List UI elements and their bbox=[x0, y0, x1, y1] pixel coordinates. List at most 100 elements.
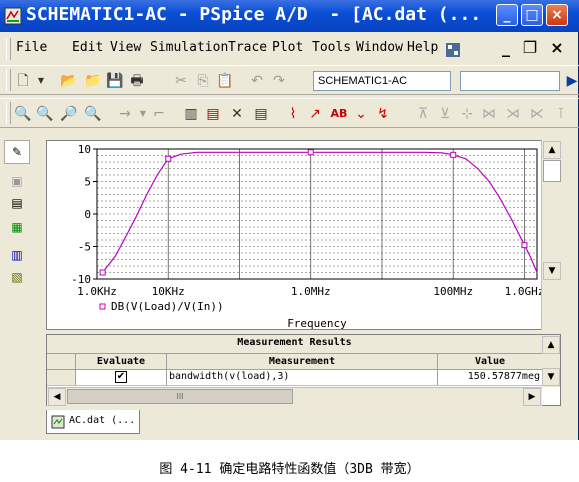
x-axis-label: Frequency bbox=[287, 317, 347, 329]
table-row[interactable]: ✔ bandwidth(v(load),3) 150.57877meg bbox=[47, 370, 542, 386]
simulation-profile-combo[interactable]: SCHEMATIC1-AC bbox=[313, 71, 451, 91]
window-title: SCHEMATIC1-AC - PSpice A/D - [AC.dat (..… bbox=[26, 4, 482, 25]
title-bar[interactable]: SCHEMATIC1-AC - PSpice A/D - [AC.dat (..… bbox=[0, 0, 579, 32]
header-value[interactable]: Value bbox=[438, 356, 542, 367]
paste-icon[interactable]: 📋 bbox=[216, 72, 234, 90]
eval-goal-function-icon[interactable]: ✕ bbox=[228, 105, 246, 123]
fourier-icon[interactable]: ⌐ bbox=[150, 105, 168, 123]
mdi-minimize-button[interactable]: _ bbox=[494, 38, 518, 60]
scroll-right-button[interactable]: ▶ bbox=[523, 388, 541, 406]
menubar-grip[interactable] bbox=[6, 38, 11, 60]
hscroll-thumb[interactable]: III bbox=[67, 389, 293, 404]
left-toolbar: ✎ ▣ ▤ ▦ ▥ ▧ bbox=[0, 140, 30, 440]
x-tick-label: 100MHz bbox=[433, 285, 473, 298]
run-arrow-icon[interactable]: ▶ bbox=[563, 72, 579, 90]
mdi-close-button[interactable]: × bbox=[545, 38, 569, 60]
menu-view[interactable]: View bbox=[110, 40, 141, 55]
figure-caption: 图 4-11 确定电路特性函数值（3DB 带宽） bbox=[159, 462, 420, 477]
cursor-point-icon[interactable]: ⊹ bbox=[458, 105, 476, 123]
cursor-next-transition-icon[interactable]: ⋊ bbox=[504, 105, 522, 123]
log-x-axis-icon[interactable]: → bbox=[116, 105, 134, 123]
redo-icon[interactable]: ↷ bbox=[270, 72, 288, 90]
zoom-in-icon[interactable]: 🔍 bbox=[14, 105, 32, 123]
document-tab[interactable]: AC.dat (... bbox=[46, 410, 140, 434]
cursor-slope-icon[interactable]: ↯ bbox=[374, 105, 392, 123]
menu-trace[interactable]: Trace bbox=[228, 40, 267, 55]
pspice-app-icon[interactable] bbox=[4, 7, 22, 25]
add-trace-icon[interactable]: ▤ bbox=[204, 105, 222, 123]
table-vertical-scrollbar[interactable]: ▲ ▼ bbox=[542, 335, 560, 387]
col-divider bbox=[166, 370, 167, 385]
cursor-search-icon[interactable]: ⋈ bbox=[480, 105, 498, 123]
open-folder-icon[interactable]: 📂 bbox=[60, 72, 78, 90]
evaluate-checkbox[interactable]: ✔ bbox=[115, 371, 127, 383]
simulation-results-icon[interactable]: ▦ bbox=[8, 218, 26, 236]
dropdown-arrow-icon[interactable]: ▼ bbox=[32, 72, 50, 90]
menu-plot[interactable]: Plot bbox=[272, 40, 303, 55]
close-button[interactable]: × bbox=[546, 4, 568, 26]
scroll-up-button[interactable]: ▲ bbox=[543, 141, 561, 159]
context-help-icon[interactable] bbox=[446, 42, 460, 57]
output-file-icon[interactable]: ▤ bbox=[8, 194, 26, 212]
menu-edit[interactable]: Edit bbox=[72, 40, 103, 55]
plot-vertical-scrollbar[interactable]: ▲ ▼ bbox=[541, 140, 562, 330]
save-icon[interactable]: 💾 bbox=[106, 72, 124, 90]
menu-help[interactable]: Help bbox=[407, 40, 438, 55]
cursor-label-icon[interactable]: ⊺ bbox=[552, 105, 570, 123]
y-tick-label: 10 bbox=[78, 143, 91, 156]
schematic-view-icon[interactable]: ▣ bbox=[8, 172, 26, 190]
zoom-fit-icon[interactable]: 🔍 bbox=[84, 105, 102, 123]
cursor-prev-transition-icon[interactable]: ⋉ bbox=[528, 105, 546, 123]
row-header[interactable] bbox=[47, 370, 76, 385]
legend-label: DB(V(Load)/V(In)) bbox=[111, 300, 224, 313]
table-horizontal-scrollbar[interactable]: ◀ III ▶ bbox=[47, 387, 542, 406]
measurement-expression[interactable]: bandwidth(v(load),3) bbox=[169, 371, 289, 382]
measurement-results-panel: Measurement Results Evaluate Measurement… bbox=[46, 334, 561, 406]
cursor-max-icon[interactable]: ⊻ bbox=[436, 105, 454, 123]
toolbar-grip[interactable] bbox=[6, 69, 11, 91]
table-header-row: Evaluate Measurement Value bbox=[47, 354, 542, 370]
simulation-status-icon[interactable]: ▥ bbox=[8, 246, 26, 264]
print-icon[interactable]: 🖶 bbox=[128, 72, 146, 90]
mdi-restore-button[interactable]: ❐ bbox=[518, 38, 542, 60]
plot-canvas[interactable]: 1050-5-101.0KHz 10KHz 1.0MHz 100MHz 1.0GHzDB… bbox=[47, 141, 544, 330]
x-tick-label: 10KHz bbox=[152, 285, 185, 298]
scroll-left-button[interactable]: ◀ bbox=[48, 388, 66, 406]
menu-file[interactable]: File bbox=[16, 40, 47, 55]
data-sections-icon[interactable]: ▧ bbox=[8, 268, 26, 286]
mark-label-icon[interactable]: AB bbox=[330, 105, 348, 123]
zoom-out-icon[interactable]: 🔍 bbox=[36, 105, 54, 123]
toolbar2-grip[interactable] bbox=[6, 102, 11, 124]
cut-icon[interactable]: ✂ bbox=[172, 72, 190, 90]
probe-plot-window[interactable]: 10 5 0 -5 -10 1.0KHz 10KHz 1.0MHz 100MHz 1.0GHz DB… bbox=[46, 140, 544, 330]
document-tab-strip: AC.dat (... bbox=[42, 408, 579, 440]
scroll-thumb[interactable] bbox=[543, 160, 561, 182]
measurement-results-icon[interactable]: ▤ bbox=[252, 105, 270, 123]
menu-tools[interactable]: Tools bbox=[312, 40, 351, 55]
trace-marker bbox=[99, 269, 106, 276]
maximize-button[interactable]: □ bbox=[521, 4, 543, 26]
menu-window[interactable]: Window bbox=[356, 40, 403, 55]
cursor-trough-icon[interactable]: ⌄ bbox=[352, 105, 370, 123]
cursor-min-icon[interactable]: ⊼ bbox=[414, 105, 432, 123]
zoom-area-icon[interactable]: 🔎 bbox=[60, 105, 78, 123]
undo-icon[interactable]: ↶ bbox=[248, 72, 266, 90]
data-file-icon bbox=[51, 414, 65, 429]
cursor-peak-icon[interactable]: ↗ bbox=[306, 105, 324, 123]
trace-marker bbox=[521, 242, 528, 249]
pointer-tool-icon[interactable]: ✎ bbox=[8, 143, 26, 161]
toggle-cursor-icon[interactable]: ⌇ bbox=[284, 105, 302, 123]
scroll-down-button[interactable]: ▼ bbox=[543, 262, 561, 280]
header-measurement[interactable]: Measurement bbox=[167, 356, 437, 367]
new-file-icon[interactable]: 🗋 bbox=[14, 72, 32, 90]
performance-analysis-icon[interactable]: ▥ bbox=[182, 105, 200, 123]
table-scroll-up-button[interactable]: ▲ bbox=[542, 336, 560, 354]
open-simulation-icon[interactable]: 📁 bbox=[84, 72, 102, 90]
table-scroll-down-button[interactable]: ▼ bbox=[542, 368, 560, 386]
minimize-button[interactable]: _ bbox=[496, 4, 518, 26]
secondary-combo[interactable] bbox=[460, 71, 560, 91]
header-evaluate[interactable]: Evaluate bbox=[77, 356, 165, 367]
x-tick-label: 1.0MHz bbox=[291, 285, 331, 298]
menu-simulation[interactable]: Simulation bbox=[150, 40, 228, 55]
copy-icon[interactable]: ⎘ bbox=[194, 72, 212, 90]
